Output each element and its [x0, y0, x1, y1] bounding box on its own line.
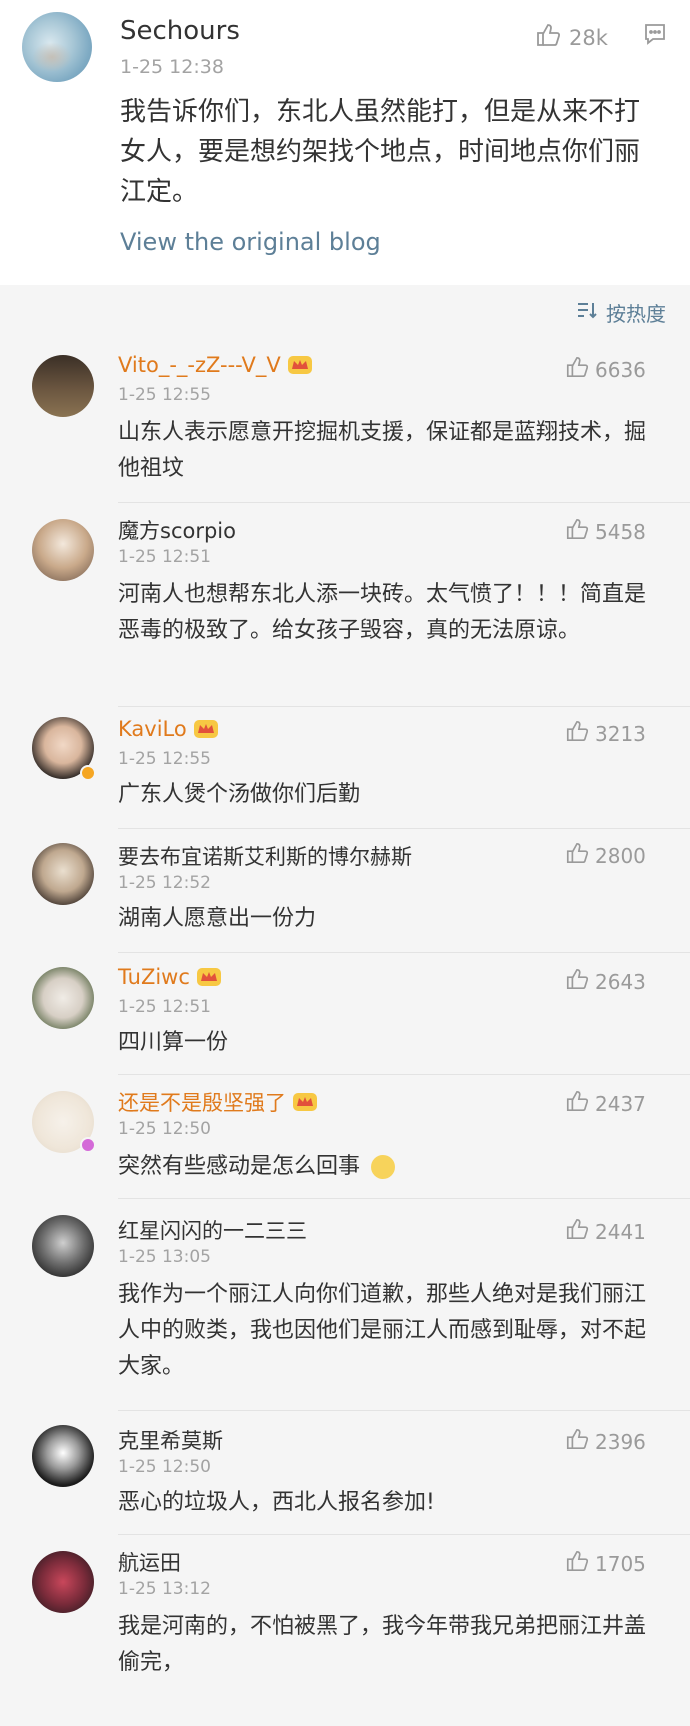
verified-badge-icon — [80, 1137, 96, 1153]
comment-time: 1-25 12:55 — [118, 749, 211, 769]
divider — [118, 1534, 690, 1535]
comment-time: 1-25 12:51 — [118, 997, 211, 1017]
thumbs-up-icon — [565, 355, 589, 384]
blog-like-count: 28k — [569, 25, 608, 50]
comment-time: 1-25 13:12 — [118, 1579, 211, 1599]
comment-text: 突然有些感动是怎么回事 — [118, 1154, 361, 1179]
commenter-name[interactable]: 红星闪闪的一二三三 — [118, 1215, 307, 1245]
comment-like-button[interactable]: 1705 — [565, 1549, 646, 1578]
commenter-name: Vito_-_-zZ---V_V — [118, 353, 281, 377]
thumbs-up-icon — [535, 22, 561, 53]
comment-like-button[interactable]: 2643 — [565, 967, 646, 996]
divider — [118, 706, 690, 707]
comment-time: 1-25 12:55 — [118, 385, 211, 405]
comment-time: 1-25 12:52 — [118, 873, 211, 893]
avatar[interactable] — [32, 967, 94, 1029]
comments-sort-bar: 按热度 — [0, 290, 690, 335]
thumbs-up-icon — [565, 719, 589, 748]
thumbs-up-icon — [565, 1217, 589, 1246]
thumbs-up-icon — [565, 1549, 589, 1578]
comment-icon[interactable] — [643, 22, 667, 50]
commenter-name-wrap[interactable]: Vito_-_-zZ---V_V — [118, 353, 313, 377]
avatar[interactable] — [32, 843, 94, 905]
comment-like-count: 6636 — [595, 357, 646, 382]
comment-like-button[interactable]: 2441 — [565, 1217, 646, 1246]
avatar[interactable] — [32, 1215, 94, 1277]
thumbs-up-icon — [565, 841, 589, 870]
divider — [118, 1198, 690, 1199]
comment-time: 1-25 12:50 — [118, 1457, 211, 1477]
comment-text: 恶心的垃圾人，西北人报名参加! — [118, 1490, 435, 1515]
blog-author-avatar[interactable] — [22, 12, 92, 82]
vip-crown-icon — [196, 967, 222, 987]
comment-text: 我是河南的，不怕被黑了，我今年带我兄弟把丽江井盖偷完， — [118, 1614, 647, 1675]
comment-like-count: 2800 — [595, 843, 646, 868]
comment-like-count: 2437 — [595, 1091, 646, 1116]
vip-crown-icon — [287, 355, 313, 375]
comment-like-button[interactable]: 3213 — [565, 719, 646, 748]
thumbs-up-icon — [565, 1427, 589, 1456]
commenter-name: KaviLo — [118, 717, 187, 741]
divider — [118, 828, 690, 829]
commenter-name: 还是不是殷坚强了 — [118, 1091, 286, 1115]
comment-like-button[interactable]: 5458 — [565, 517, 646, 546]
comment-text: 我作为一个丽江人向你们道歉，那些人绝对是我们丽江人中的败类，我也因他们是丽江人而… — [118, 1282, 647, 1379]
sort-icon — [576, 300, 598, 325]
divider — [118, 502, 690, 503]
comment-like-count: 2441 — [595, 1219, 646, 1244]
thumbs-up-icon — [565, 967, 589, 996]
commenter-name[interactable]: 魔方scorpio — [118, 515, 236, 545]
comment-like-count: 2396 — [595, 1429, 646, 1454]
blog-post-time: 1-25 12:38 — [120, 56, 224, 78]
comment-time: 1-25 13:05 — [118, 1247, 211, 1267]
blog-like-button[interactable]: 28k — [535, 22, 608, 53]
vip-crown-icon — [193, 719, 219, 739]
avatar[interactable] — [32, 519, 94, 581]
comment-text: 河南人也想帮东北人添一块砖。太气愤了！！！简直是恶毒的极致了。给女孩子毁容，真的… — [118, 582, 647, 643]
original-blog-card: Sechours 1-25 12:38 28k 我告诉你们，东北人虽然能打，但是… — [0, 0, 690, 285]
thumbs-up-icon — [565, 1089, 589, 1118]
comment-like-button[interactable]: 2396 — [565, 1427, 646, 1456]
commenter-name-wrap[interactable]: KaviLo — [118, 717, 219, 741]
thumbs-up-icon — [565, 517, 589, 546]
commenter-name-wrap[interactable]: 还是不是殷坚强了 — [118, 1087, 318, 1117]
comment-like-button[interactable]: 2437 — [565, 1089, 646, 1118]
comment-text: 广东人煲个汤做你们后勤 — [118, 782, 361, 807]
commenter-name[interactable]: 克里希莫斯 — [118, 1425, 223, 1455]
comment-like-count: 5458 — [595, 519, 646, 544]
comment-text-wrap: 突然有些感动是怎么回事 — [118, 1149, 658, 1185]
avatar[interactable] — [32, 1425, 94, 1487]
emoji-icon — [371, 1155, 396, 1179]
divider — [118, 1074, 690, 1075]
avatar[interactable] — [32, 355, 94, 417]
commenter-name[interactable]: 要去布宜诺斯艾利斯的博尔赫斯 — [118, 841, 412, 871]
comment-like-count: 2643 — [595, 969, 646, 994]
verified-badge-icon — [80, 765, 96, 781]
vip-crown-icon — [292, 1092, 318, 1112]
comment-time: 1-25 12:50 — [118, 1119, 211, 1139]
comment-like-count: 3213 — [595, 721, 646, 746]
comment-like-count: 1705 — [595, 1551, 646, 1576]
divider — [118, 1410, 690, 1411]
comment-text: 四川算一份 — [118, 1030, 229, 1055]
divider — [118, 952, 690, 953]
avatar[interactable] — [32, 1551, 94, 1613]
sort-by-popularity-button[interactable]: 按热度 — [576, 298, 666, 327]
comment-text: 湖南人愿意出一份力 — [118, 906, 317, 931]
comment-time: 1-25 12:51 — [118, 547, 211, 567]
comment-text: 山东人表示愿意开挖掘机支援，保证都是蓝翔技术，掘他祖坟 — [118, 420, 647, 481]
view-original-blog-link[interactable]: View the original blog — [120, 228, 381, 256]
commenter-name: TuZiwc — [118, 965, 190, 989]
comment-like-button[interactable]: 6636 — [565, 355, 646, 384]
blog-author-name[interactable]: Sechours — [120, 16, 240, 46]
blog-body-text: 我告诉你们，东北人虽然能打，但是从来不打女人，要是想约架找个地点，时间地点你们丽… — [120, 97, 641, 207]
comment-like-button[interactable]: 2800 — [565, 841, 646, 870]
commenter-name-wrap[interactable]: TuZiwc — [118, 965, 222, 989]
sort-label: 按热度 — [606, 302, 666, 326]
commenter-name[interactable]: 航运田 — [118, 1547, 181, 1577]
